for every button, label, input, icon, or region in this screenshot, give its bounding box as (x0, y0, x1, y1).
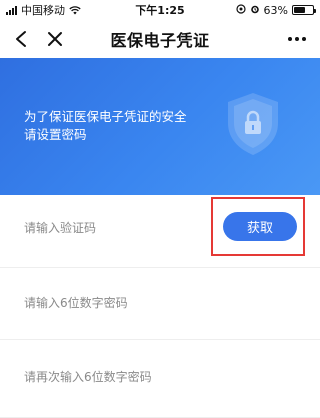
status-bar: 中国移动 下午1:25 63% (0, 0, 320, 20)
security-banner: 为了保证医保电子凭证的安全 请设置密码 (0, 58, 320, 195)
banner-line-2: 请设置密码 (24, 127, 87, 142)
more-dots-icon[interactable] (288, 37, 306, 41)
close-icon[interactable] (46, 30, 64, 48)
verification-code-input[interactable]: 请输入验证码 (24, 219, 96, 236)
confirm-password-input[interactable]: 请再次输入6位数字密码 (24, 368, 152, 385)
battery-icon (292, 5, 316, 15)
banner-line-1: 为了保证医保电子凭证的安全 (24, 109, 187, 124)
chevron-left-icon[interactable] (12, 30, 30, 48)
more-button[interactable] (288, 37, 320, 41)
banner-text: 为了保证医保电子凭证的安全 请设置密码 (24, 108, 187, 144)
get-code-button[interactable]: 获取 (223, 212, 297, 241)
password-input[interactable]: 请输入6位数字密码 (24, 294, 128, 311)
status-time: 下午1:25 (135, 4, 185, 17)
shield-lock-icon (228, 93, 278, 155)
nav-left (0, 30, 64, 48)
password-row: 请输入6位数字密码 (0, 267, 320, 340)
nav-bar: 医保电子凭证 (0, 20, 320, 58)
confirm-password-row: 请再次输入6位数字密码 (0, 339, 320, 418)
